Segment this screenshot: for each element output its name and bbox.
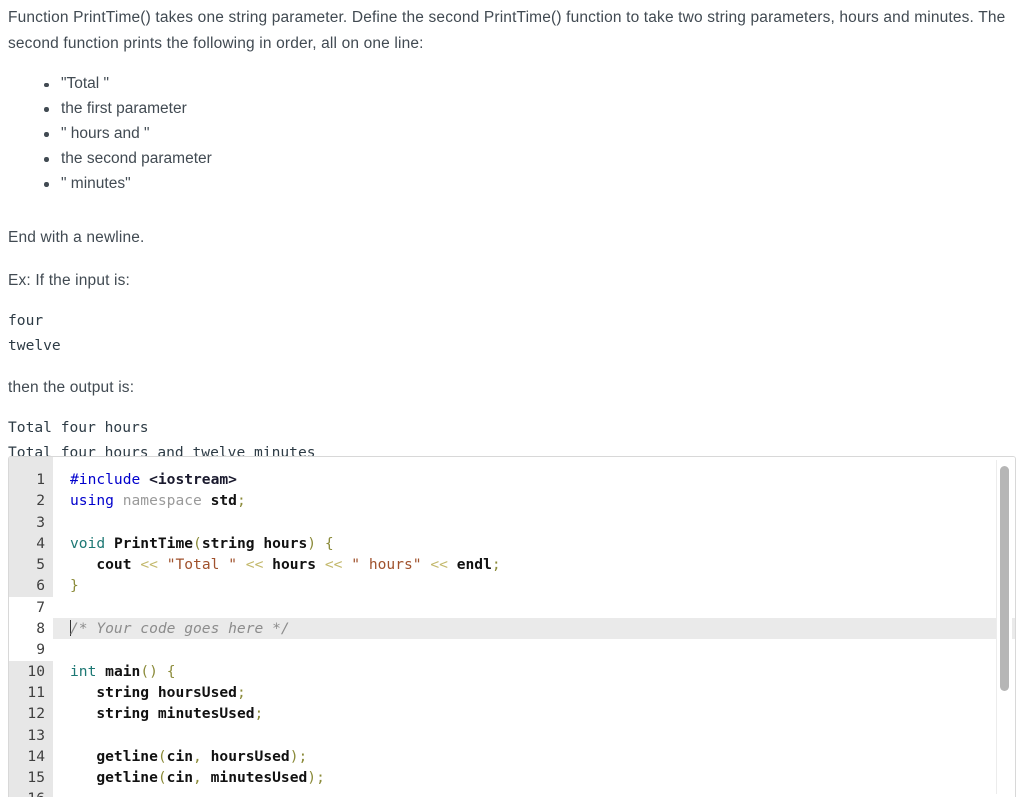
example-input-label: Ex: If the input is: [8,271,130,289]
line-number: 2 [9,490,53,512]
line-number: 15 [9,767,53,789]
example-input-block: four twelve [8,311,61,354]
line-number: 3 [9,511,53,533]
scrollbar-thumb[interactable] [1000,466,1009,691]
list-item: the first parameter [44,97,1014,122]
code-line-15[interactable]: 15 getline(cin, minutesUsed); [9,767,1015,789]
code-line-4[interactable]: 4 void PrintTime(string hours) { [9,532,1015,555]
code-line-16[interactable]: 16 [9,788,1015,797]
list-item: " hours and " [44,122,1014,147]
line-number: 13 [9,724,53,746]
intro-paragraph: Function PrintTime() takes one string pa… [8,9,1006,52]
code-line-content[interactable]: string minutesUsed; [70,703,263,724]
line-number: 12 [9,703,53,725]
code-editor[interactable]: 1 #include <iostream> 2 using namespace … [8,456,1016,797]
editor-top-padding [9,457,1015,469]
line-number: 1 [9,469,53,491]
code-line-14[interactable]: 14 getline(cin, hoursUsed); [9,745,1015,768]
code-line-2[interactable]: 2 using namespace std; [9,490,1015,512]
code-line-5[interactable]: 5 cout << "Total " << hours << " hours" … [9,554,1015,576]
code-line-content[interactable]: getline(cin, minutesUsed); [70,767,325,788]
gutter-top-padding [9,457,53,469]
code-line-content[interactable]: #include <iostream> [70,469,237,490]
placeholder-comment[interactable]: /* Your code goes here */ [70,620,290,637]
code-line-12[interactable]: 12 string minutesUsed; [9,703,1015,725]
code-line-3[interactable]: 3 [9,511,1015,533]
list-item: "Total " [44,72,1014,97]
list-item: " minutes" [44,172,1014,197]
example-output-label: then the output is: [8,378,135,396]
line-number: 14 [9,745,53,768]
code-line-11[interactable]: 11 string hoursUsed; [9,681,1015,704]
line-number: 8 [9,618,53,640]
code-line-10[interactable]: 10 int main() { [9,660,1015,682]
line-number: 6 [9,575,53,597]
problem-statement: Function PrintTime() takes one string pa… [0,0,1024,465]
requirements-list: "Total " the first parameter " hours and… [8,72,1014,197]
line-number: 7 [9,596,53,619]
code-line-content[interactable]: /* Your code goes here */ [70,618,290,639]
code-line-9[interactable]: 9 [9,639,1015,661]
vertical-scrollbar[interactable] [996,460,1012,794]
code-line-content[interactable]: using namespace std; [70,490,246,511]
code-line-7[interactable]: 7 [9,596,1015,619]
code-line-content[interactable]: } [70,575,79,596]
code-line-content[interactable]: int main() { [70,661,175,682]
end-with-newline-note: End with a newline. [8,228,145,246]
line-number: 9 [9,639,53,661]
code-line-13[interactable]: 13 [9,724,1015,746]
line-number: 5 [9,554,53,576]
code-line-content[interactable]: string hoursUsed; [70,682,245,703]
list-item: the second parameter [44,147,1014,172]
code-line-6[interactable]: 6 } [9,575,1015,597]
code-line-content[interactable]: getline(cin, hoursUsed); [70,746,307,767]
code-line-8[interactable]: 8 /* Your code goes here */ [9,618,1015,640]
line-number: 11 [9,681,53,704]
code-line-1[interactable]: 1 #include <iostream> [9,469,1015,491]
line-number: 4 [9,532,53,555]
code-line-content[interactable]: cout << "Total " << hours << " hours" <<… [70,554,500,575]
code-editor-surface[interactable]: 1 #include <iostream> 2 using namespace … [9,457,1015,797]
code-line-content[interactable]: void PrintTime(string hours) { [70,533,334,554]
line-number: 10 [9,660,53,682]
line-number: 16 [9,788,53,797]
